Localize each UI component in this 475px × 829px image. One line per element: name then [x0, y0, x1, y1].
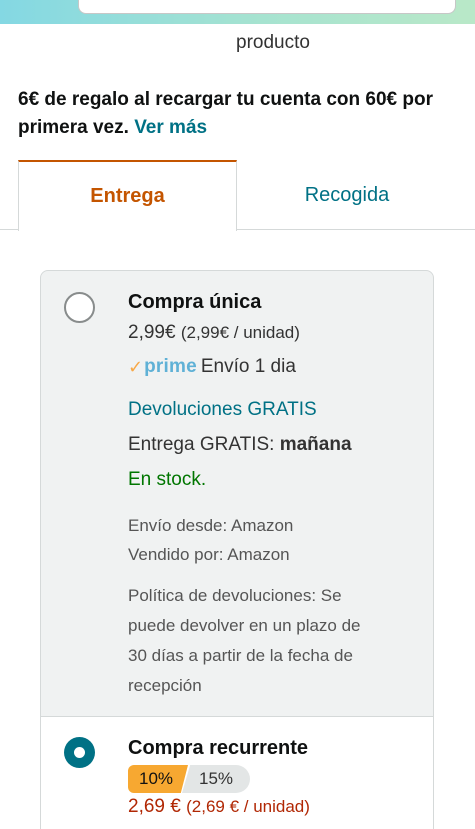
free-returns-link[interactable]: Devoluciones GRATIS	[128, 399, 317, 421]
discount-badge-primary: 10%	[128, 765, 188, 793]
radio-selected-dot	[74, 747, 85, 758]
ships-from: Envío desde: Amazon	[128, 516, 294, 535]
price-value: 2,99€	[128, 322, 176, 343]
return-policy-line: puede devolver en un plazo de	[128, 616, 361, 635]
prime-shipping-row: ✓ prime Envío 1 dia	[128, 356, 296, 378]
return-policy-line: 30 días a partir de la fecha de	[128, 646, 353, 665]
price-value: 2,69 €	[128, 796, 181, 817]
delivery-prefix: Entrega GRATIS:	[128, 434, 275, 455]
prime-logo: prime	[144, 356, 197, 377]
promo-banner: 6€ de regalo al recargar tu cuenta con 6…	[18, 86, 458, 142]
recurring-price: 2,69 € (2,69 € / unidad)	[128, 796, 310, 818]
tab-entrega[interactable]: Entrega	[18, 160, 237, 231]
recurring-purchase-title[interactable]: Compra recurrente	[128, 737, 308, 760]
shipping-text: Envío 1 dia	[200, 356, 296, 377]
header-bar	[0, 0, 475, 24]
return-policy-line: recepción	[128, 676, 202, 695]
promo-text: 6€ de regalo al recargar tu cuenta con 6…	[18, 89, 433, 138]
return-policy-line: Política de devoluciones: Se	[128, 586, 342, 605]
delivery-day: mañana	[279, 434, 352, 455]
recurring-purchase-radio[interactable]	[64, 737, 95, 768]
delivery-tabs: Entrega Recogida	[0, 160, 475, 231]
tab-recogida[interactable]: Recogida	[237, 160, 457, 230]
discount-badges: 15% 10%	[128, 765, 250, 793]
unit-price: (2,69 € / unidad)	[186, 797, 310, 816]
search-input[interactable]	[78, 0, 456, 14]
unit-price: (2,99€ / unidad)	[180, 323, 300, 342]
single-purchase-price: 2,99€ (2,99€ / unidad)	[128, 322, 300, 344]
discount-badge-secondary: 15%	[182, 765, 250, 793]
product-label: producto	[236, 32, 310, 53]
delivery-info: Entrega GRATIS: mañana	[128, 434, 352, 456]
single-purchase-radio[interactable]	[64, 292, 95, 323]
single-purchase-title[interactable]: Compra única	[128, 291, 261, 314]
prime-check-icon: ✓	[128, 356, 144, 377]
promo-see-more-link[interactable]: Ver más	[134, 117, 207, 138]
sold-by: Vendido por: Amazon	[128, 545, 290, 564]
stock-status: En stock.	[128, 469, 207, 490]
